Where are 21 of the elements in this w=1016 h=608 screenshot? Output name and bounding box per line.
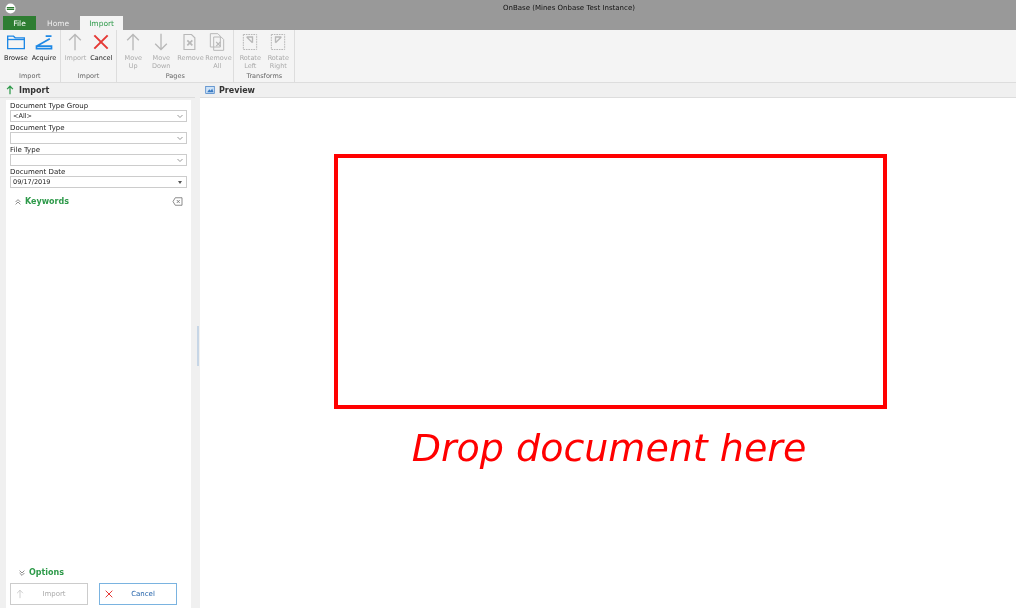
app-logo-icon — [5, 2, 16, 14]
panel-title: Preview — [219, 85, 255, 95]
drop-zone[interactable] — [333, 154, 887, 409]
chevron-down-icon — [176, 112, 184, 120]
drop-hint: Drop document here — [411, 426, 807, 470]
chevron-down-icon — [176, 156, 184, 164]
dropdown-field[interactable] — [10, 132, 187, 144]
chevron-down-icon — [176, 134, 184, 142]
keywords-toggle[interactable]: Keywords — [14, 197, 70, 206]
preview-icon — [205, 85, 215, 95]
dropdown-field[interactable] — [10, 154, 187, 166]
close-icon — [104, 589, 114, 599]
dropdown-icon — [176, 178, 184, 186]
chevron-down-icon — [18, 568, 26, 577]
up-arrow-icon — [5, 85, 15, 95]
panel-title: Import — [19, 85, 50, 95]
options-toggle[interactable]: Options — [18, 568, 187, 577]
scanner-icon — [33, 32, 54, 52]
chevron-up-icon — [14, 197, 22, 206]
clear-icon[interactable] — [172, 197, 183, 206]
up-arrow-icon — [15, 589, 25, 599]
